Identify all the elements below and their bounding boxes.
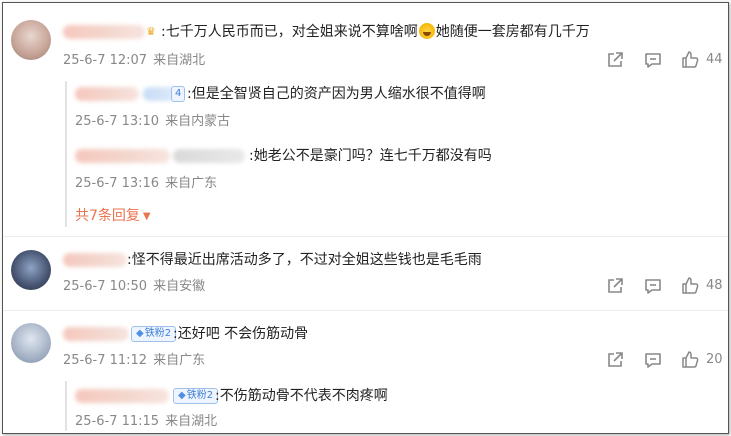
- crown-icon: ♛: [146, 25, 156, 38]
- reply-text: :不伤筋动骨不代表不肉疼啊: [215, 388, 388, 404]
- like-count: 48: [706, 278, 723, 293]
- username-redacted[interactable]: [173, 149, 245, 163]
- fan-badge-label: 4: [175, 88, 182, 99]
- fan-badge-label: 铁粉2: [144, 328, 172, 339]
- avatar[interactable]: [11, 250, 51, 290]
- comment-icon[interactable]: [643, 276, 663, 296]
- reply-meta: 25-6-7 13:16 来自广东: [75, 175, 217, 193]
- comment-meta: 25-6-7 11:12 来自广东: [63, 352, 205, 370]
- comment-location: 来自广东: [153, 353, 206, 368]
- reply-location: 来自广东: [165, 176, 218, 191]
- reply-date: 25-6-7 13:16: [75, 176, 160, 191]
- username-redacted[interactable]: [63, 253, 127, 267]
- comment-location: 来自安徽: [153, 279, 206, 294]
- avatar[interactable]: [11, 323, 51, 363]
- comment-meta: 25-6-7 10:50 来自安徽: [63, 278, 205, 296]
- fan-badge: 4: [171, 86, 186, 102]
- avatar[interactable]: [11, 20, 51, 60]
- comment-list: ♛ :七千万人民币而已，对全姐来说不算啥啊 她随便一套房都有几千万 25-6-7 …: [2, 2, 729, 434]
- username-redacted[interactable]: [63, 327, 129, 341]
- comment-date: 25-6-7 11:12: [63, 353, 148, 368]
- reply-meta: 25-6-7 13:10 来自内蒙古: [75, 113, 230, 131]
- comment-text: :七千万人民币而已，对全姐来说不算啥啊 她随便一套房都有几千万: [161, 22, 590, 42]
- reply-date: 25-6-7 13:10: [75, 114, 160, 129]
- reply-meta: 25-6-7 11:15 来自湖北: [75, 413, 217, 431]
- fan-badge: ◆铁粉2: [173, 388, 219, 404]
- comment-text: :怪不得最近出席活动多了，不过对全姐这些钱也是毛毛雨: [127, 252, 482, 268]
- reply-location: 来自湖北: [165, 414, 218, 429]
- divider: [3, 236, 728, 237]
- comment-text: :还好吧 不会伤筋动骨: [173, 326, 309, 342]
- comment-location: 来自湖北: [153, 53, 206, 68]
- share-icon[interactable]: [605, 50, 625, 70]
- comment-meta: 25-6-7 12:07 来自湖北: [63, 52, 205, 70]
- reply-date: 25-6-7 11:15: [75, 414, 160, 429]
- comment-text-main: :七千万人民币而已，对全姐来说不算啥啊: [161, 24, 418, 40]
- username-redacted[interactable]: [75, 149, 170, 163]
- username-redacted[interactable]: [63, 25, 145, 39]
- thumbs-up-icon[interactable]: [680, 350, 700, 370]
- diamond-icon: ◆: [178, 390, 186, 401]
- like-count: 20: [706, 352, 723, 367]
- thumbs-up-icon[interactable]: [680, 50, 700, 70]
- thumbs-up-icon[interactable]: [680, 276, 700, 296]
- reply-rule: [65, 381, 67, 431]
- like-count: 44: [706, 52, 723, 67]
- comment-text-tail: 她随便一套房都有几千万: [435, 24, 590, 40]
- username-redacted[interactable]: [75, 389, 169, 403]
- comment-date: 25-6-7 12:07: [63, 53, 148, 68]
- diamond-icon: ◆: [136, 328, 144, 339]
- caret-down-icon: ▼: [142, 211, 151, 222]
- reply-location: 来自内蒙古: [165, 114, 231, 129]
- more-replies-label: 共7条回复: [75, 208, 140, 224]
- comment-date: 25-6-7 10:50: [63, 279, 148, 294]
- fan-badge: ◆铁粉2: [131, 326, 177, 342]
- share-icon[interactable]: [605, 276, 625, 296]
- more-replies-link[interactable]: 共7条回复 ▼: [75, 206, 151, 227]
- reply-text: :她老公不是豪门吗？连七千万都没有吗: [249, 148, 492, 164]
- laughing-emoji-icon: [418, 23, 435, 39]
- reply-text: :但是全智贤自己的资产因为男人缩水很不值得啊: [187, 86, 486, 102]
- comment-icon[interactable]: [643, 50, 663, 70]
- comment-icon[interactable]: [643, 350, 663, 370]
- share-icon[interactable]: [605, 350, 625, 370]
- username-redacted[interactable]: [75, 87, 139, 101]
- reply-rule: [65, 81, 67, 227]
- divider: [3, 310, 728, 311]
- fan-badge-label: 铁粉2: [186, 390, 214, 401]
